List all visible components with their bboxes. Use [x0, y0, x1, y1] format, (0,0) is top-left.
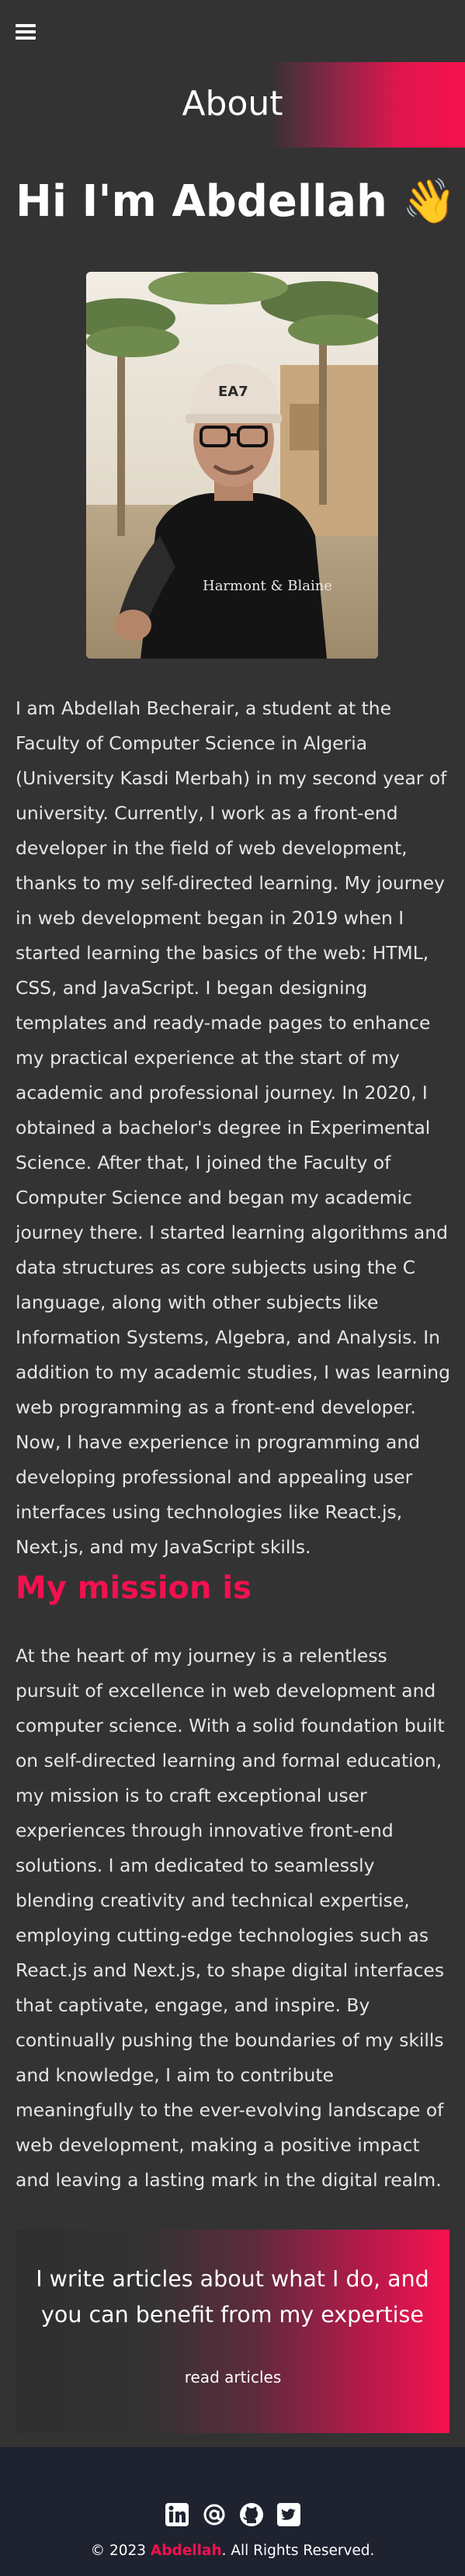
github-icon[interactable] — [239, 2502, 264, 2527]
linkedin-icon[interactable] — [165, 2502, 189, 2527]
social-links — [165, 2502, 301, 2527]
page-title: About — [182, 84, 283, 123]
mission-heading: My mission is — [16, 1570, 252, 1606]
top-navbar — [0, 0, 465, 62]
menu-line — [16, 30, 36, 33]
twitter-icon[interactable] — [276, 2502, 301, 2527]
email-at-icon[interactable] — [202, 2502, 227, 2527]
menu-line — [16, 24, 36, 27]
menu-line — [16, 37, 36, 40]
mission-text: At the heart of my journey is a relentle… — [16, 1645, 445, 2191]
articles-cta-text: I write articles about what I do, and yo… — [36, 2266, 429, 2327]
about-page: About Hi I'm Abdellah 👋 EA7 Harmont & Bl… — [0, 0, 465, 2576]
copyright-name[interactable]: Abdellah — [151, 2543, 222, 2559]
copyright-suffix: . All Rights Reserved. — [221, 2543, 375, 2559]
copyright-prefix: © 2023 — [90, 2543, 151, 2559]
svg-text:EA7: EA7 — [218, 384, 248, 400]
intro-heading: Hi I'm Abdellah 👋 — [16, 176, 457, 227]
read-articles-link[interactable]: read articles — [155, 2363, 311, 2391]
svg-text:Harmont & Blaine: Harmont & Blaine — [203, 578, 332, 594]
hamburger-menu-icon[interactable] — [16, 24, 36, 40]
profile-photo: EA7 Harmont & Blaine — [86, 272, 378, 659]
intro-bio: I am Abdellah Becherair, a student at th… — [16, 697, 450, 1558]
profile-photo-illustration: EA7 Harmont & Blaine — [86, 272, 378, 659]
copyright-text: © 2023 Abdellah. All Rights Reserved. — [0, 2539, 465, 2563]
